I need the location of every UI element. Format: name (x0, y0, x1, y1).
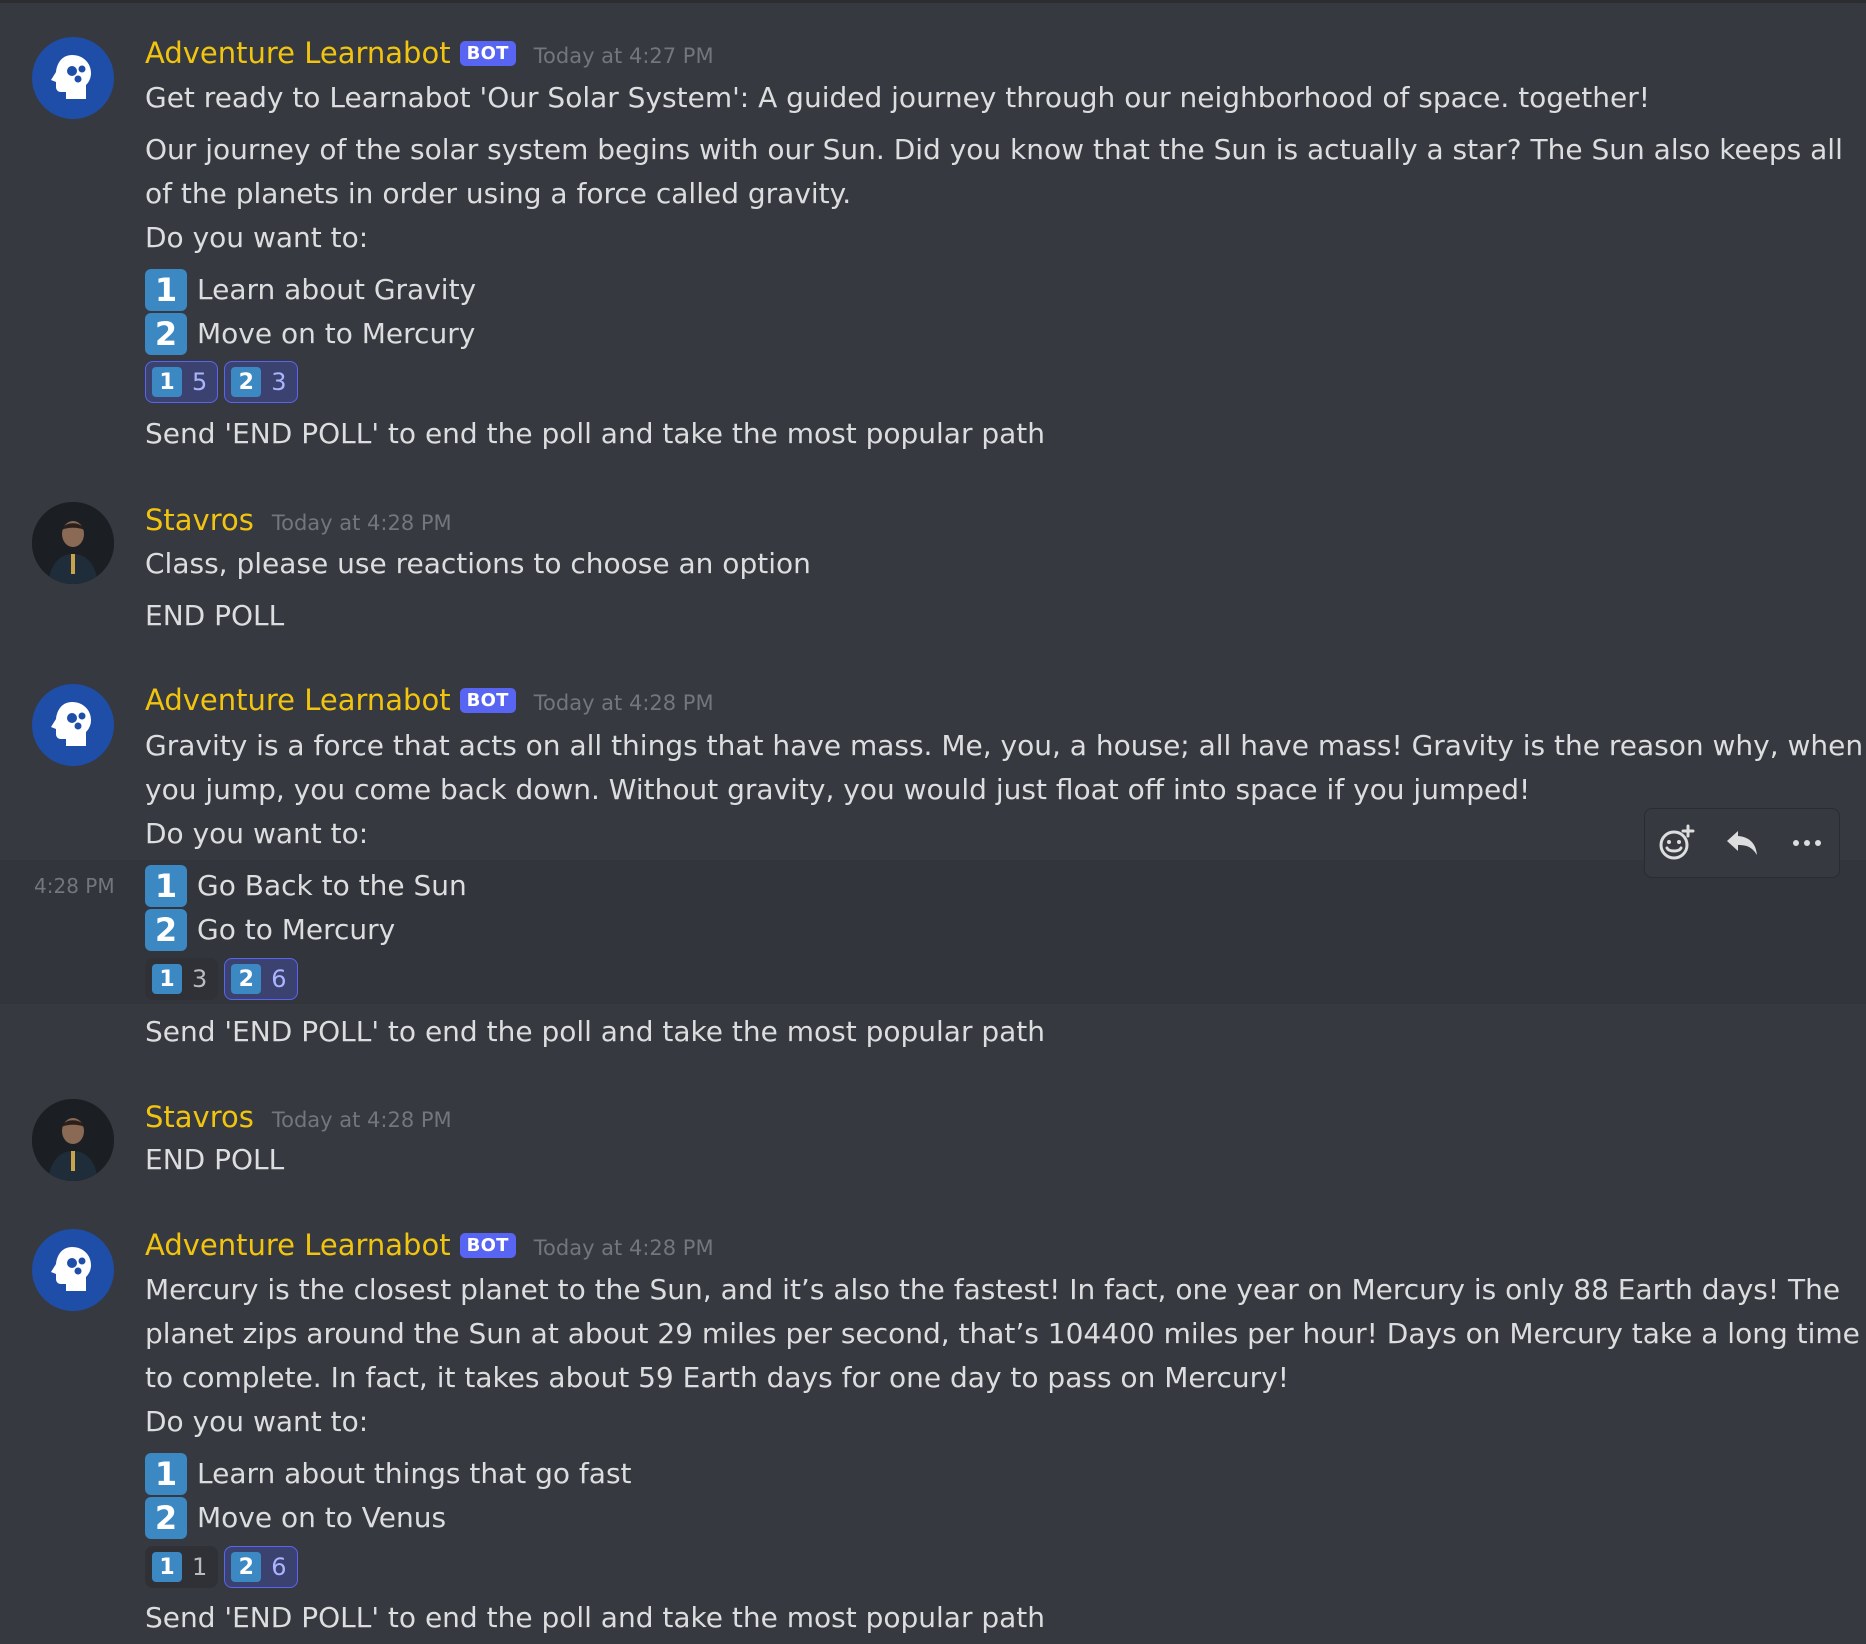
message-text: Get ready to Learnabot 'Our Solar System… (145, 81, 1650, 114)
message-timestamp[interactable]: Today at 4:28 PM (534, 1236, 714, 1260)
message-timestamp[interactable]: Today at 4:27 PM (534, 44, 714, 68)
keycap-1-icon: 1 (145, 865, 187, 907)
message-author[interactable]: Stavros (145, 1100, 254, 1134)
profile-photo (32, 502, 114, 584)
bot-avatar[interactable] (32, 1229, 114, 1311)
option-label: Go Back to the Sun (197, 869, 467, 902)
brain-head-icon (51, 1247, 91, 1291)
option-item: 1 Learn about Gravity (145, 268, 476, 312)
profile-photo (32, 1099, 114, 1181)
reactions: 1 1 2 6 (145, 1546, 298, 1588)
option-label: Learn about Gravity (197, 273, 477, 306)
message-text: Send 'END POLL' to end the poll and take… (145, 1601, 1046, 1634)
message-text: Gravity is a force that acts on all thin… (145, 729, 1864, 762)
message-text: Class, please use reactions to choose an… (145, 547, 811, 580)
prompt-text: Do you want to: (145, 1405, 369, 1438)
reaction-1[interactable]: 1 3 (145, 958, 219, 1000)
option-item: 2 Move on to Venus (145, 1496, 446, 1540)
keycap-1-icon: 1 (145, 1453, 187, 1495)
hover-timestamp[interactable]: 4:28 PM (34, 874, 115, 898)
keycap-1-icon: 1 (145, 269, 187, 311)
reply-icon (1726, 831, 1757, 855)
message-text: planet zips around the Sun at about 29 m… (145, 1317, 1860, 1350)
reaction-count: 3 (271, 368, 287, 396)
reaction-count: 3 (192, 965, 208, 993)
user-avatar[interactable] (32, 502, 114, 584)
prompt-text: Do you want to: (145, 817, 369, 850)
bot-tag: BOT (459, 1233, 516, 1258)
bot-avatar[interactable] (32, 684, 114, 766)
reactions: 1 3 2 6 (145, 958, 298, 1000)
message-text: Mercury is the closest planet to the Sun… (145, 1273, 1841, 1306)
message-text: END POLL (145, 599, 285, 632)
option-item: 2 Move on to Mercury (145, 312, 475, 356)
option-item: 1 Go Back to the Sun (145, 864, 467, 908)
bot-avatar[interactable] (32, 37, 114, 119)
message-author[interactable]: Adventure Learnabot (145, 683, 451, 717)
reaction-2[interactable]: 2 3 (224, 361, 298, 403)
reaction-1[interactable]: 1 1 (145, 1546, 219, 1588)
keycap-1-icon: 1 (152, 367, 182, 397)
message-timestamp[interactable]: Today at 4:28 PM (534, 691, 714, 715)
message-author[interactable]: Adventure Learnabot (145, 36, 451, 70)
more-icon (1792, 840, 1821, 846)
message-text: of the planets in order using a force ca… (145, 177, 852, 210)
message-action-toolbar (1644, 808, 1840, 878)
brain-head-icon (51, 702, 91, 746)
reaction-count: 6 (271, 1553, 287, 1581)
add-reaction-button[interactable] (1655, 821, 1699, 865)
bot-tag: BOT (459, 688, 516, 713)
message-timestamp[interactable]: Today at 4:28 PM (272, 1108, 452, 1132)
add-reaction-icon (1659, 824, 1695, 860)
reaction-2[interactable]: 2 6 (224, 1546, 298, 1588)
user-avatar[interactable] (32, 1099, 114, 1181)
top-divider (0, 0, 1866, 3)
reaction-count: 1 (192, 1553, 208, 1581)
reactions: 1 5 2 3 (145, 361, 298, 403)
bot-tag: BOT (459, 41, 516, 66)
keycap-2-icon: 2 (145, 1497, 187, 1539)
reaction-count: 6 (271, 965, 287, 993)
option-label: Move on to Mercury (197, 317, 476, 350)
reaction-2[interactable]: 2 6 (224, 958, 298, 1000)
option-label: Go to Mercury (197, 913, 396, 946)
keycap-2-icon: 2 (231, 964, 262, 994)
keycap-2-icon: 2 (231, 1552, 262, 1582)
message-author[interactable]: Stavros (145, 503, 254, 537)
more-options-button[interactable] (1785, 821, 1829, 865)
message-text: to complete. In fact, it takes about 59 … (145, 1361, 1289, 1394)
brain-head-icon (51, 55, 91, 99)
reaction-count: 5 (192, 368, 208, 396)
keycap-1-icon: 1 (152, 1552, 182, 1582)
option-label: Move on to Venus (197, 1501, 447, 1534)
reaction-1[interactable]: 1 5 (145, 361, 219, 403)
keycap-2-icon: 2 (231, 367, 262, 397)
message-timestamp[interactable]: Today at 4:28 PM (272, 511, 452, 535)
reply-button[interactable] (1720, 821, 1764, 865)
keycap-2-icon: 2 (145, 313, 187, 355)
message-text: Our journey of the solar system begins w… (145, 133, 1843, 166)
option-item: 1 Learn about things that go fast (145, 1452, 632, 1496)
prompt-text: Do you want to: (145, 221, 369, 254)
message-text: Send 'END POLL' to end the poll and take… (145, 1015, 1046, 1048)
message-text: you jump, you come back down. Without gr… (145, 773, 1531, 806)
option-item: 2 Go to Mercury (145, 908, 395, 952)
message-text: END POLL (145, 1143, 285, 1176)
message-text: Send 'END POLL' to end the poll and take… (145, 417, 1046, 450)
option-label: Learn about things that go fast (197, 1457, 632, 1490)
keycap-1-icon: 1 (152, 964, 182, 994)
keycap-2-icon: 2 (145, 909, 187, 951)
message-author[interactable]: Adventure Learnabot (145, 1228, 451, 1262)
